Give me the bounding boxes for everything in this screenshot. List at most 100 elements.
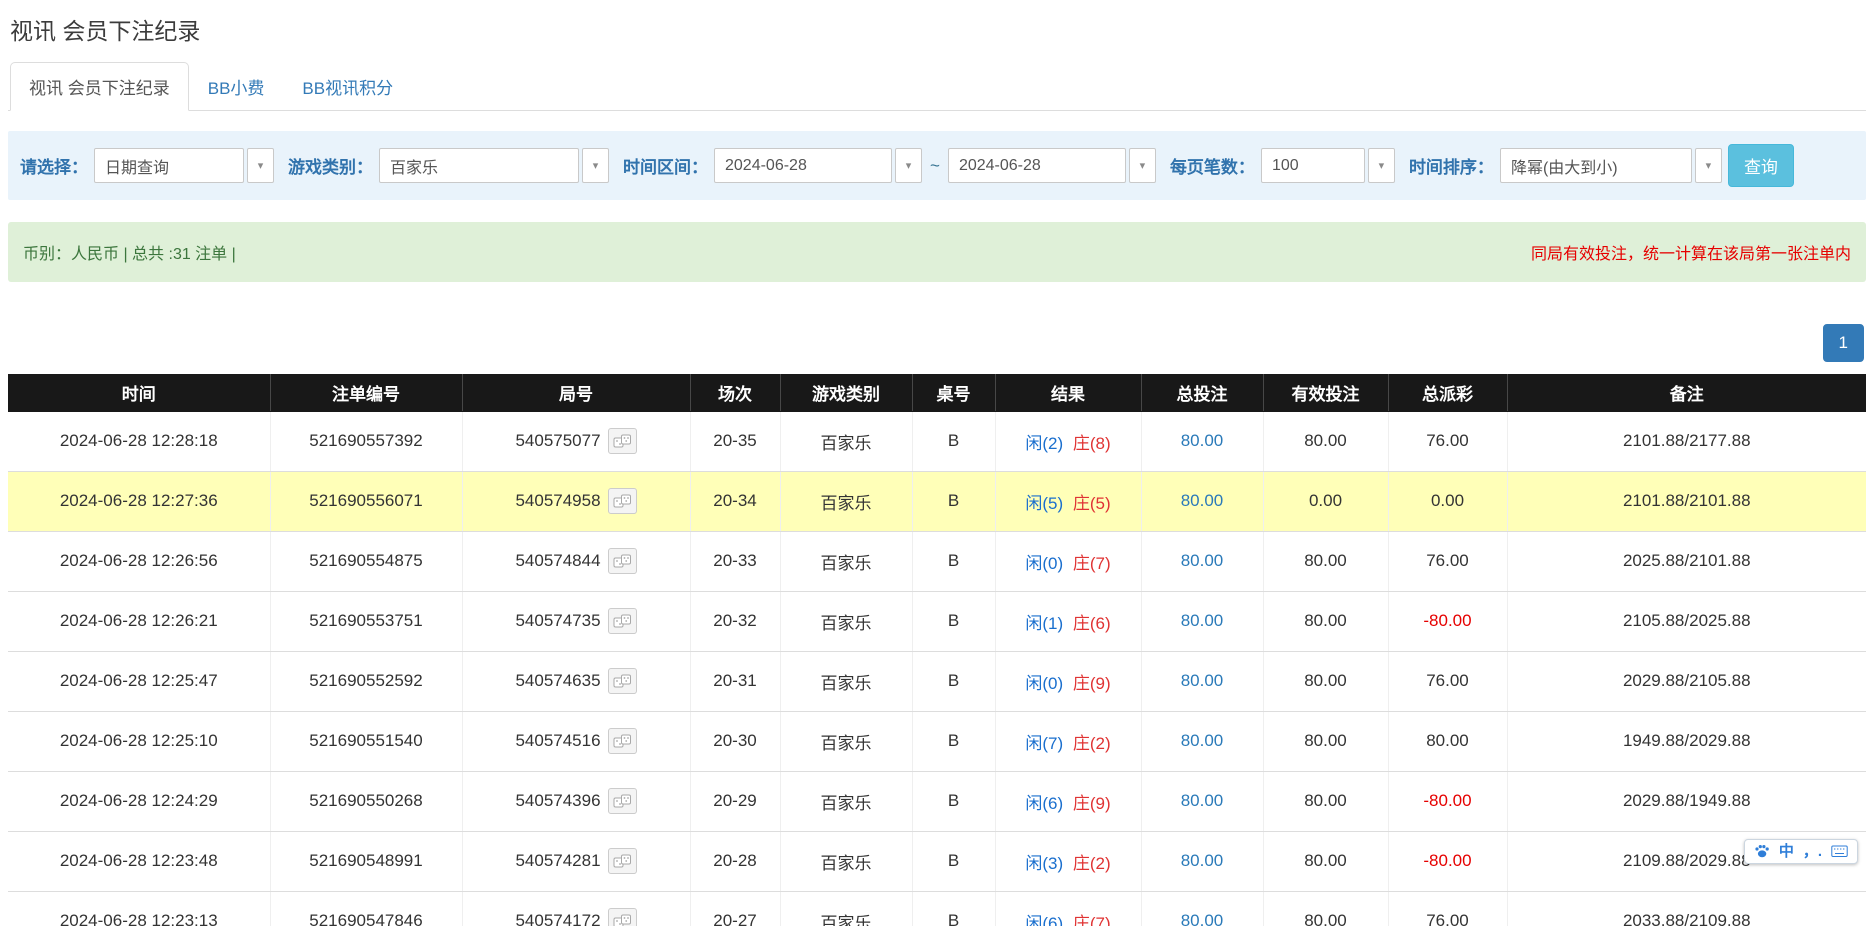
total-bet-link[interactable]: 80.00 <box>1181 491 1224 510</box>
page-button-1[interactable]: 1 <box>1823 324 1864 362</box>
cell-valid-bet: 80.00 <box>1263 771 1388 831</box>
round-id-value: 540574281 <box>515 851 600 871</box>
cell-session: 20-35 <box>690 411 780 471</box>
cell-time: 2024-06-28 12:25:10 <box>8 711 270 771</box>
cell-table: B <box>912 711 995 771</box>
search-button[interactable]: 查询 <box>1728 144 1794 187</box>
cell-round-id: 540574958 <box>462 471 690 531</box>
cell-total-bet: 80.00 <box>1141 591 1263 651</box>
game-type-select[interactable] <box>379 148 579 183</box>
total-bet-link[interactable]: 80.00 <box>1181 611 1224 630</box>
remark-value: 2105.88/2025.88 <box>1623 611 1751 630</box>
round-result-button[interactable] <box>608 668 637 694</box>
dice-icon <box>613 674 632 689</box>
result-player: 闲(5) <box>1025 494 1063 513</box>
total-bet-link[interactable]: 80.00 <box>1181 791 1224 810</box>
round-result-button[interactable] <box>608 608 637 634</box>
table-row: 2024-06-28 12:24:29 521690550268 5405743… <box>8 771 1866 831</box>
table-row: 2024-06-28 12:23:48 521690548991 5405742… <box>8 831 1866 891</box>
total-bet-link[interactable]: 80.00 <box>1181 851 1224 870</box>
cell-game-type: 百家乐 <box>780 471 912 531</box>
dice-icon <box>613 494 632 509</box>
result-player: 闲(7) <box>1025 734 1063 753</box>
remark-value: 2029.88/1949.88 <box>1623 791 1751 810</box>
chevron-down-icon: ▾ <box>1379 159 1385 172</box>
cell-remark: 2101.88/2101.88 <box>1507 471 1866 531</box>
date-to-caret-button[interactable]: ▾ <box>1129 148 1156 183</box>
round-result-button[interactable] <box>608 428 637 454</box>
total-bet-link[interactable]: 80.00 <box>1181 431 1224 450</box>
round-result-button[interactable] <box>608 488 637 514</box>
cell-game-type: 百家乐 <box>780 891 912 926</box>
cell-game-type: 百家乐 <box>780 411 912 471</box>
round-result-button[interactable] <box>608 848 637 874</box>
cell-time: 2024-06-28 12:24:29 <box>8 771 270 831</box>
round-result-button[interactable] <box>608 728 637 754</box>
page-size-caret-button[interactable]: ▾ <box>1368 148 1395 183</box>
cell-remark: 2109.88/2029.88 中 ，. <box>1507 831 1866 891</box>
round-id-value: 540574516 <box>515 731 600 751</box>
tab-bb-video-points[interactable]: BB视讯积分 <box>283 62 412 111</box>
pagination: 1 <box>8 324 1864 362</box>
total-bet-link[interactable]: 80.00 <box>1181 671 1224 690</box>
result-player: 闲(0) <box>1025 674 1063 693</box>
cell-bet-id: 521690556071 <box>270 471 462 531</box>
sort-caret-button[interactable]: ▾ <box>1695 148 1722 183</box>
result-banker: 庄(7) <box>1073 914 1111 926</box>
result-player: 闲(2) <box>1025 434 1063 453</box>
date-from-input[interactable] <box>714 148 892 183</box>
chevron-down-icon: ▾ <box>593 159 599 172</box>
cell-session: 20-28 <box>690 831 780 891</box>
total-bet-link[interactable]: 80.00 <box>1181 911 1224 926</box>
summary-notice: 同局有效投注，统一计算在该局第一张注单内 <box>1531 240 1851 264</box>
summary-bar: 币别：人民币 | 总共 :31 注单 | 同局有效投注，统一计算在该局第一张注单… <box>8 222 1866 282</box>
page-size-select[interactable] <box>1261 148 1365 183</box>
query-type-label: 请选择： <box>20 153 88 178</box>
payout-value: 80.00 <box>1426 731 1469 750</box>
cell-payout: 0.00 <box>1388 471 1507 531</box>
round-result-button[interactable] <box>608 908 637 926</box>
result-banker: 庄(5) <box>1073 494 1111 513</box>
round-result-button[interactable] <box>608 548 637 574</box>
cell-round-id: 540574172 <box>462 891 690 926</box>
page-size-group: 每页笔数： ▾ <box>1170 148 1395 183</box>
column-header-payout: 总派彩 <box>1388 374 1507 411</box>
date-from-caret-button[interactable]: ▾ <box>895 148 922 183</box>
payout-value: -80.00 <box>1423 791 1471 810</box>
cell-round-id: 540574844 <box>462 531 690 591</box>
cell-result: 闲(5) 庄(5) <box>995 471 1141 531</box>
sort-label: 时间排序： <box>1409 153 1494 178</box>
table-body: 2024-06-28 12:28:18 521690557392 5405750… <box>8 411 1866 926</box>
date-to-input[interactable] <box>948 148 1126 183</box>
round-id-value: 540574958 <box>515 491 600 511</box>
tab-bb-tips[interactable]: BB小费 <box>189 62 284 111</box>
query-type-select[interactable] <box>94 148 244 183</box>
total-bet-link[interactable]: 80.00 <box>1181 731 1224 750</box>
ime-toolbar[interactable]: 中 ，. <box>1744 839 1858 864</box>
ime-punctuation-icon: ，. <box>1803 844 1822 859</box>
round-id-value: 540574635 <box>515 671 600 691</box>
sort-select[interactable] <box>1500 148 1692 183</box>
game-type-caret-button[interactable]: ▾ <box>582 148 609 183</box>
tab-betting-records[interactable]: 视讯 会员下注纪录 <box>10 62 189 111</box>
cell-game-type: 百家乐 <box>780 651 912 711</box>
round-result-button[interactable] <box>608 788 637 814</box>
cell-round-id: 540574635 <box>462 651 690 711</box>
cell-result: 闲(7) 庄(2) <box>995 711 1141 771</box>
column-header-game-type: 游戏类别 <box>780 374 912 411</box>
cell-result: 闲(3) 庄(2) <box>995 831 1141 891</box>
dice-icon <box>613 554 632 569</box>
cell-session: 20-32 <box>690 591 780 651</box>
dice-icon <box>613 614 632 629</box>
cell-total-bet: 80.00 <box>1141 771 1263 831</box>
payout-value: 0.00 <box>1431 491 1464 510</box>
cell-payout: 76.00 <box>1388 891 1507 926</box>
page-size-label: 每页笔数： <box>1170 153 1255 178</box>
result-player: 闲(0) <box>1025 554 1063 573</box>
total-bet-link[interactable]: 80.00 <box>1181 551 1224 570</box>
remark-value: 2109.88/2029.88 <box>1623 851 1751 870</box>
remark-value: 2033.88/2109.88 <box>1623 911 1751 926</box>
query-type-caret-button[interactable]: ▾ <box>247 148 274 183</box>
cell-table: B <box>912 831 995 891</box>
cell-valid-bet: 80.00 <box>1263 891 1388 926</box>
